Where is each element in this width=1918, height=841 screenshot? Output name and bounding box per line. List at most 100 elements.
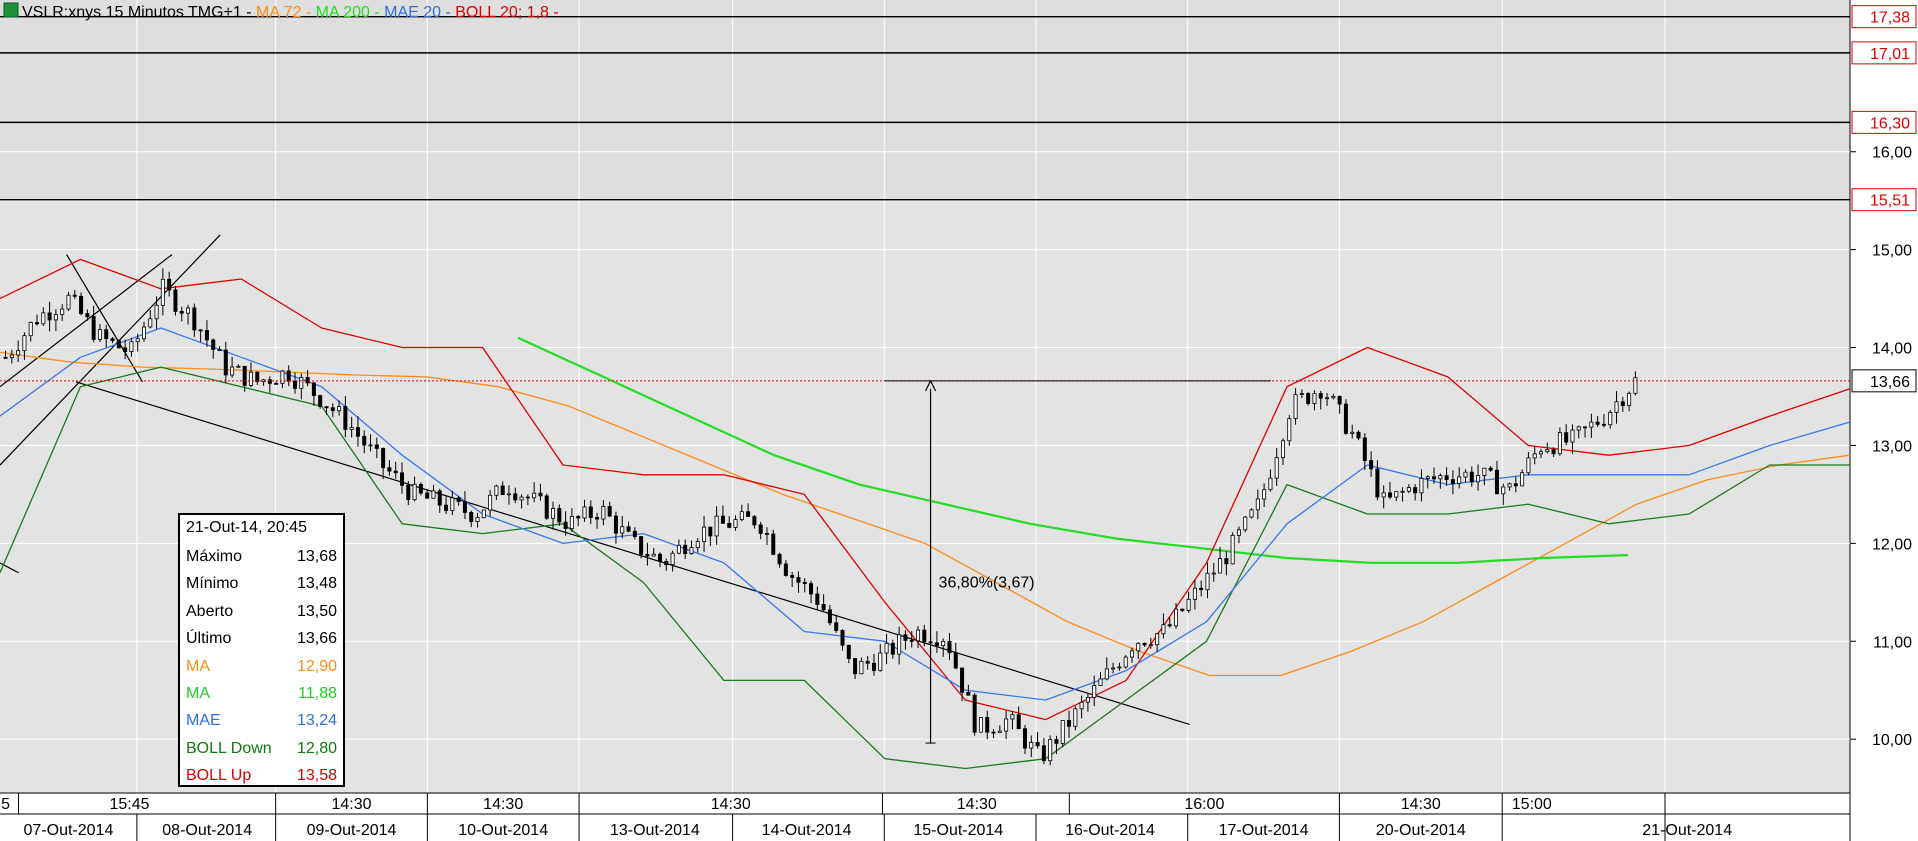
ohlc-row-value: 13,58 [296, 767, 337, 785]
candle-body [840, 630, 845, 646]
candle-body [469, 512, 474, 522]
ohlc-row-label: MA [186, 657, 210, 675]
x-time-label-0: 5 [1, 796, 10, 813]
candle-body [299, 377, 304, 389]
candle-body [475, 517, 480, 522]
annotation-label: 36,80%(3,67) [939, 574, 1035, 591]
candle-body [966, 691, 971, 696]
x-time-label-2: 14:30 [331, 796, 371, 813]
candle-body [1513, 483, 1518, 487]
candle-body [1620, 401, 1625, 406]
candle-body [462, 501, 467, 513]
header-indicator-3: BOLL 20; 1,8 [455, 4, 553, 21]
candle-body [903, 634, 908, 641]
candle-body [771, 533, 776, 555]
candle-body [1343, 403, 1348, 434]
x-time-label-5: 14:30 [957, 796, 997, 813]
candle-body [695, 541, 700, 549]
candle-body [1174, 608, 1179, 627]
candle-body [1029, 742, 1034, 749]
candle-body [1224, 558, 1229, 565]
candle-body [1041, 745, 1046, 762]
candle-body [746, 511, 751, 517]
candle-body [305, 377, 310, 384]
candle-body [1268, 477, 1273, 491]
ohlc-row: Aberto 13,50 [180, 598, 343, 625]
x-date-label-8: 17-Out-2014 [1219, 822, 1309, 839]
candle-body [1595, 421, 1600, 425]
candle [1249, 508, 1254, 519]
candle-body [1627, 392, 1632, 406]
candle-body [135, 338, 140, 343]
candle-body [1507, 483, 1512, 488]
x-time-label-3: 14:30 [483, 796, 523, 813]
candle-body [676, 544, 681, 554]
candle-body [525, 496, 530, 499]
candle-body [374, 444, 379, 449]
candle-body [601, 505, 606, 520]
ohlc-row: BOLL Down 12,80 [180, 735, 343, 762]
candle-body [941, 640, 946, 647]
candle-body [947, 640, 952, 654]
header-indicator-sep-3: - [553, 4, 558, 21]
candle-body [777, 553, 782, 565]
candle-body [72, 294, 77, 297]
candle-body [1306, 393, 1311, 404]
candle-body [311, 382, 316, 396]
x-date-label-0: 07-Out-2014 [24, 822, 114, 839]
candle-body [167, 278, 172, 291]
candle-body [683, 544, 688, 555]
candle-body [362, 435, 367, 446]
chart-root: 10,00 11,00 12,00 13,00 14,00 15,00 16,00 17,38… [0, 0, 1918, 841]
candle-body [897, 634, 902, 655]
candle-body [1142, 642, 1147, 646]
candle-body [349, 427, 354, 430]
candle-body [204, 330, 209, 341]
candle [481, 509, 486, 519]
header-indicator-1: MA 200 [316, 4, 375, 21]
candle-body [1387, 492, 1392, 498]
candle-body [538, 492, 543, 497]
candle-body [1117, 666, 1122, 669]
candle-body [41, 312, 46, 325]
candle-body [997, 730, 1002, 733]
candle-body [160, 278, 165, 306]
candle [972, 693, 977, 736]
candle-body [104, 329, 109, 340]
candle [1060, 720, 1065, 748]
candle-body [1337, 396, 1342, 405]
x-date-label-4: 13-Out-2014 [610, 822, 700, 839]
ohlc-row-label: BOLL Down [186, 739, 272, 757]
x-date-label-5: 14-Out-2014 [762, 822, 852, 839]
x-time-label-1: 15:45 [109, 796, 149, 813]
candle-body [324, 406, 329, 409]
candle-body [632, 530, 637, 537]
candle-body [645, 553, 650, 557]
ohlc-title: 21-Out-14, 20:45 [186, 519, 307, 536]
candle [1343, 399, 1348, 435]
candle-body [1054, 739, 1059, 744]
candle-body [871, 662, 876, 672]
candle-body [1205, 572, 1210, 591]
ohlc-row: MA 12,90 [180, 653, 343, 680]
candle-body [179, 311, 184, 314]
candle [1048, 735, 1053, 766]
candle-body [884, 642, 889, 654]
candle-body [1010, 714, 1015, 720]
candle-body [79, 295, 84, 315]
header-legend: VSLR:xnys 15 Minutos TMG+1 - MA 72 - MA … [3, 2, 559, 21]
candle-body [985, 717, 990, 733]
candle-body [236, 365, 241, 368]
candle-body [418, 483, 423, 494]
candle-body [664, 560, 669, 566]
candle-body [66, 294, 71, 310]
candle-body [639, 536, 644, 555]
candle-body [286, 370, 291, 382]
candle-body [1570, 429, 1575, 443]
candle-body [846, 644, 851, 659]
candle-body [783, 563, 788, 576]
candle-body [186, 307, 191, 314]
candle-body [1438, 475, 1443, 480]
candle [1243, 515, 1248, 533]
candle [318, 394, 323, 409]
